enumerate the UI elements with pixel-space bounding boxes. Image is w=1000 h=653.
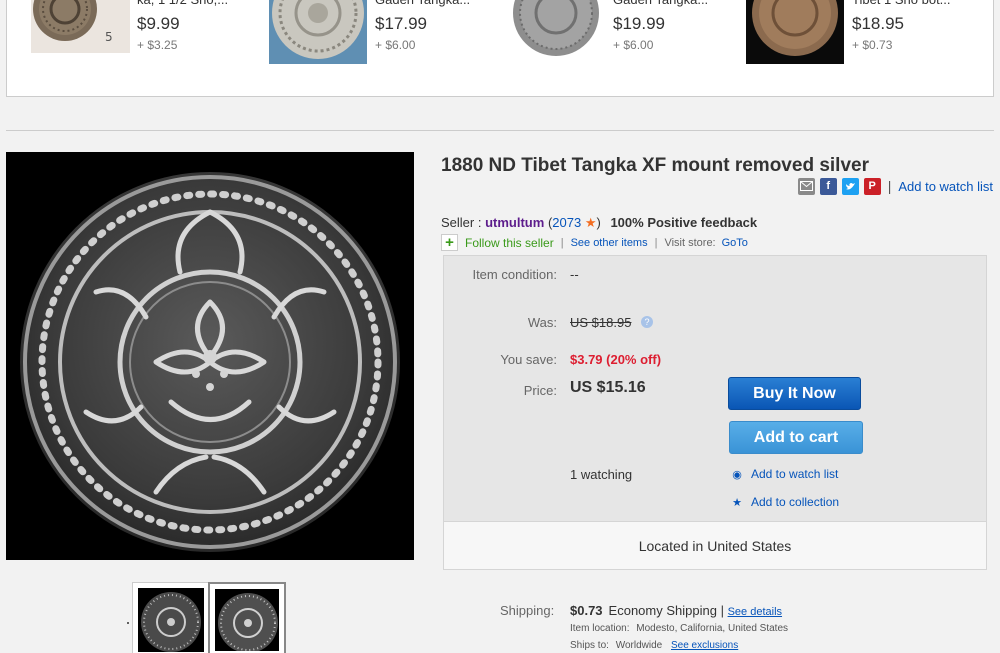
seller-feedback-score[interactable]: 2073 bbox=[552, 215, 581, 230]
item-title: 1880 ND Tibet Tangka XF mount removed si… bbox=[441, 155, 869, 176]
condition-label: Item condition: bbox=[472, 267, 557, 282]
see-details-link[interactable]: See details bbox=[728, 606, 782, 618]
item-location: Item location: Modesto, California, Unit… bbox=[570, 623, 788, 634]
thumbnail-image-2[interactable] bbox=[208, 582, 286, 653]
item-located: Located in United States bbox=[444, 521, 986, 569]
pinterest-icon[interactable]: P bbox=[863, 177, 881, 195]
seller-actions: + Follow this seller | See other items |… bbox=[441, 234, 748, 251]
related-item-shipping: + $3.25 bbox=[137, 38, 178, 52]
related-item-image[interactable] bbox=[746, 0, 844, 64]
buy-box: Located in United States bbox=[443, 255, 987, 570]
seller-name-link[interactable]: utmultum bbox=[485, 215, 544, 230]
shipping-info: $0.73 Economy Shipping | See details bbox=[570, 603, 782, 618]
price-label: Price: bbox=[523, 383, 557, 398]
add-to-watch-list-action[interactable]: ◉ Add to watch list bbox=[731, 467, 838, 481]
condition-value: -- bbox=[570, 267, 579, 282]
buy-it-now-button[interactable]: Buy It Now bbox=[728, 377, 861, 410]
seller-label: Seller : bbox=[441, 215, 482, 230]
add-to-watch-list-label[interactable]: Add to watch list bbox=[751, 467, 838, 481]
add-to-collection-action[interactable]: ★ Add to collection bbox=[731, 495, 839, 509]
star-icon: ★ bbox=[584, 215, 597, 230]
ships-to-label: Ships to: bbox=[570, 640, 609, 651]
follow-seller-link[interactable]: Follow this seller bbox=[465, 236, 554, 250]
seller-info: Seller : utmultum (2073 ★) 100% Positive… bbox=[441, 215, 757, 231]
shipping-label: Shipping: bbox=[500, 603, 555, 618]
shipping-price: $0.73 bbox=[570, 603, 603, 618]
related-item-title[interactable]: Gaden Tangka... bbox=[375, 0, 485, 9]
thumbnail-indicator bbox=[127, 622, 129, 624]
related-item-price: $18.95 bbox=[852, 14, 904, 33]
related-item-shipping: + $6.00 bbox=[613, 38, 654, 52]
price-value: US $15.16 bbox=[570, 379, 646, 396]
related-item-title[interactable]: Gaden Tangka... bbox=[613, 0, 723, 9]
see-other-items-link[interactable]: See other items bbox=[571, 237, 648, 249]
plus-icon[interactable]: + bbox=[441, 234, 458, 251]
pipe-separator: | bbox=[654, 236, 658, 249]
item-location-value: Modesto, California, United States bbox=[636, 623, 789, 634]
was-price-value: US $18.95 bbox=[570, 315, 632, 330]
related-item-image[interactable]: 5 bbox=[31, 0, 130, 53]
svg-text:5: 5 bbox=[105, 30, 113, 44]
related-items-strip: 5 ka, 1 1/2 Sho,... $9.99 + $3.25 Gaden … bbox=[6, 0, 994, 97]
you-save-value: $3.79 (20% off) bbox=[570, 352, 662, 367]
related-item-title[interactable]: ka, 1 1/2 Sho,... bbox=[137, 0, 247, 9]
was-price-label: Was: bbox=[527, 315, 557, 330]
related-item-image[interactable] bbox=[269, 0, 367, 64]
ships-to: Ships to: Worldwide See exclusions bbox=[570, 640, 738, 651]
facebook-icon[interactable]: f bbox=[819, 177, 837, 195]
twitter-icon[interactable] bbox=[841, 177, 859, 195]
related-item-price: $17.99 bbox=[375, 14, 427, 33]
thumbnail-image-1[interactable] bbox=[132, 582, 210, 653]
email-icon[interactable] bbox=[797, 177, 815, 195]
seller-score-close: ) bbox=[596, 215, 601, 230]
you-save-label: You save: bbox=[500, 352, 557, 367]
shipping-separator: | bbox=[720, 603, 724, 618]
visit-store-label: Visit store: bbox=[664, 236, 716, 249]
related-item-price: $19.99 bbox=[613, 14, 665, 33]
add-to-watch-list-link[interactable]: Add to watch list bbox=[898, 179, 993, 194]
related-item-title[interactable]: Tibet 1 Sho bot... bbox=[852, 0, 962, 9]
ships-to-value: Worldwide bbox=[615, 640, 663, 651]
add-to-collection-label[interactable]: Add to collection bbox=[751, 495, 839, 509]
star-icon: ★ bbox=[732, 496, 742, 509]
item-page: 5 ka, 1 1/2 Sho,... $9.99 + $3.25 Gaden … bbox=[0, 0, 1000, 653]
share-separator: | bbox=[887, 178, 892, 194]
help-icon[interactable]: ? bbox=[641, 316, 653, 328]
pipe-separator: | bbox=[560, 236, 564, 249]
section-divider bbox=[6, 130, 994, 131]
positive-feedback[interactable]: 100% Positive feedback bbox=[610, 215, 757, 230]
shipping-method: Economy Shipping bbox=[608, 603, 717, 618]
related-item-image[interactable] bbox=[507, 0, 605, 64]
add-to-cart-button[interactable]: Add to cart bbox=[729, 421, 863, 454]
see-exclusions-link[interactable]: See exclusions bbox=[671, 640, 738, 651]
related-item-price: $9.99 bbox=[137, 14, 180, 33]
item-location-label: Item location: bbox=[570, 623, 630, 634]
eye-icon: ◉ bbox=[732, 468, 742, 481]
goto-store-link[interactable]: GoTo bbox=[722, 237, 748, 249]
related-item-shipping: + $6.00 bbox=[375, 38, 416, 52]
main-item-image[interactable] bbox=[6, 152, 414, 560]
share-row: f P | Add to watch list bbox=[797, 176, 993, 196]
watching-count: 1 watching bbox=[570, 467, 633, 482]
related-item-shipping: + $0.73 bbox=[852, 38, 893, 52]
